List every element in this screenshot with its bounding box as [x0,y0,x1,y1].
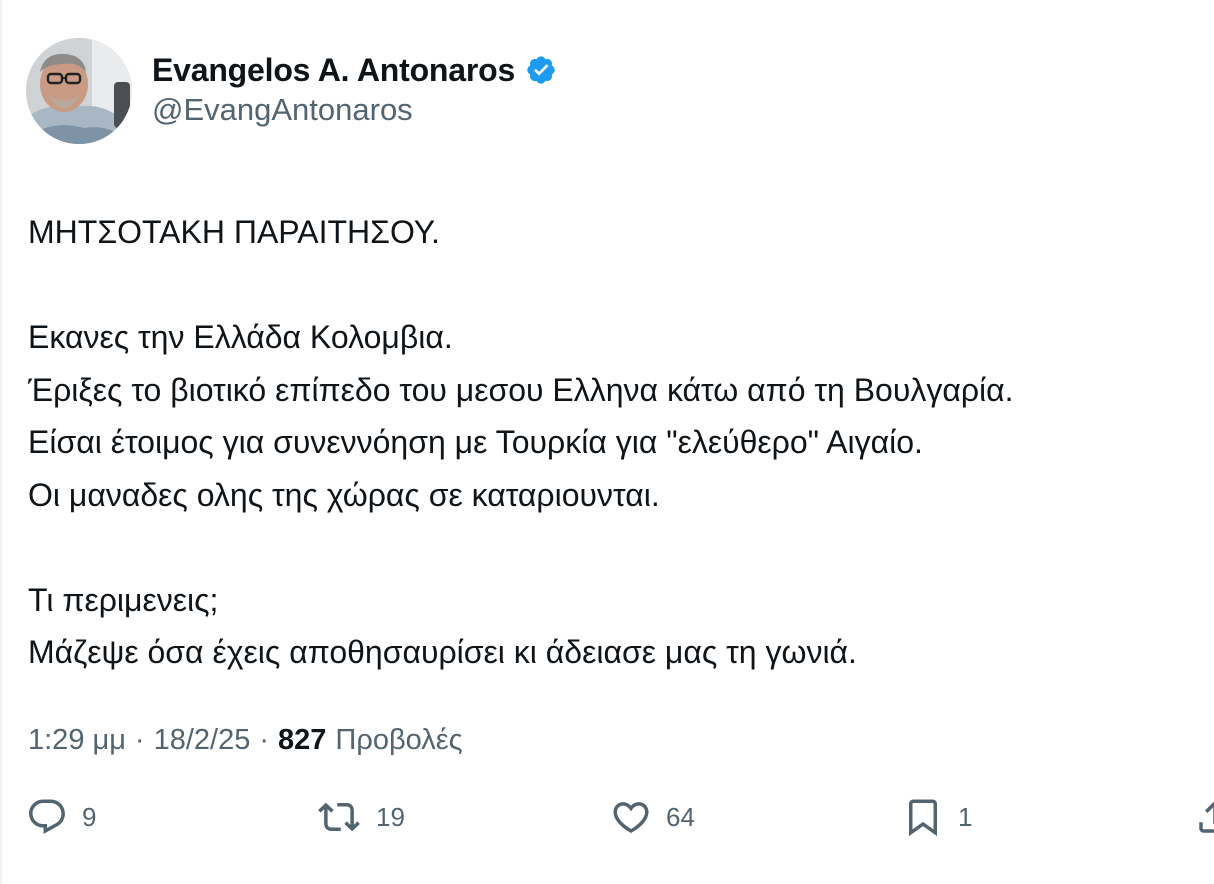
action-bar: 9 19 64 1 [2,790,1214,844]
tweet-time[interactable]: 1:29 μμ [28,724,126,757]
tweet-line: Οι μαναδες ολης της χώρας σε καταριουντα… [28,476,660,513]
like-count: 64 [666,801,695,832]
verified-badge-icon [525,54,557,86]
views-count: 827 [278,723,327,756]
tweet-line: ΜΗΤΣΟΤΑΚΗ ΠΑΡΑΙΤΗΣΟΥ. [28,214,440,250]
tweet-line: Έριξες το βιοτικό επίπεδο του μεσου Ελλη… [28,371,1014,408]
tweet-date[interactable]: 18/2/25 [154,724,251,757]
avatar-photo [26,38,132,144]
tweet-line: Μάζεψε όσα έχεις αποθησαυρίσει κι άδειασ… [28,634,857,670]
author-handle[interactable]: @EvangAntonaros [152,92,413,128]
repost-button[interactable]: 19 [316,790,405,844]
share-icon [1199,801,1214,833]
bookmark-button[interactable]: 1 [902,790,972,844]
bookmark-count: 1 [958,801,973,832]
avatar[interactable] [26,38,132,144]
tweet-card: Evangelos A. Antonaros @EvangAntonaros Μ… [0,0,1214,884]
reply-button[interactable]: 9 [26,790,96,844]
bookmark-icon [909,799,937,837]
reply-count: 9 [82,801,97,832]
like-button[interactable]: 64 [610,790,695,844]
tweet-line: Εκανες την Ελλάδα Κολομβια. [28,319,453,355]
author-display-name[interactable]: Evangelos A. Antonaros [152,52,515,89]
views-label: Προβολές [335,723,463,756]
share-button[interactable] [1194,790,1214,844]
heart-icon [613,802,649,834]
author-name-row[interactable]: Evangelos A. Antonaros [152,50,557,90]
tweet-text: ΜΗΤΣΟΤΑΚΗ ΠΑΡΑΙΤΗΣΟΥ. Εκανες την Ελλάδα … [28,206,1213,679]
repost-count: 19 [376,801,405,832]
tweet-line: Είσαι έτοιμος για συνεννόηση με Τουρκία … [28,424,923,460]
repost-icon [318,802,360,832]
reply-icon [29,799,65,834]
meta-separator: · [134,723,145,756]
meta-separator: · [259,723,270,756]
tweet-line: Τι περιμενεις; [28,581,219,618]
tweet-meta: 1:29 μμ · 18/2/25 · 827 Προβολές [28,718,463,762]
